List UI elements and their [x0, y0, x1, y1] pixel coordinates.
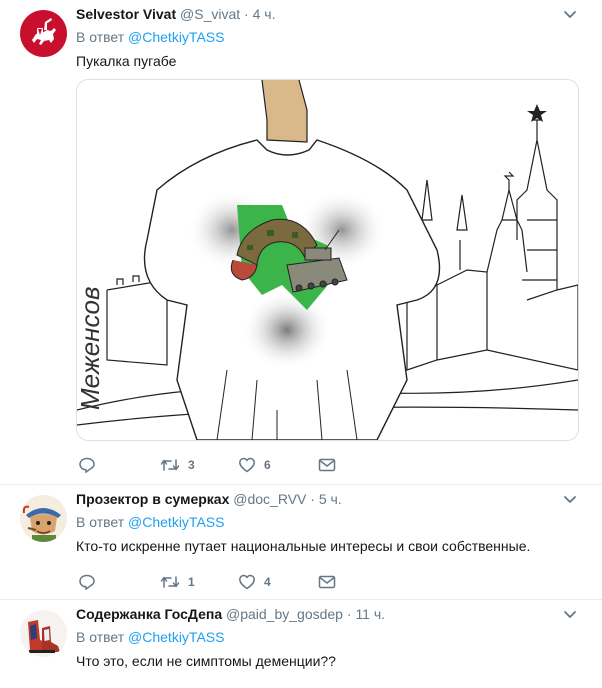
like-button[interactable]: 4 [238, 573, 271, 591]
tweet-text: Кто-то искренне путает национальные инте… [76, 538, 531, 554]
chevron-down-icon[interactable] [562, 606, 578, 622]
reply-icon [79, 574, 95, 590]
like-button[interactable]: 6 [238, 456, 271, 474]
tweet-header: Прозектор в сумерках @doc_RVV · 5 ч. [76, 489, 342, 509]
retweet-count: 1 [188, 575, 195, 589]
retweet-icon [160, 576, 180, 588]
artist-signature: Меженсов [77, 286, 105, 410]
display-name[interactable]: Содержанка ГосДепа [76, 606, 222, 622]
display-name[interactable]: Selvestor Vivat [76, 6, 176, 22]
separator: · [346, 606, 352, 622]
like-icon [239, 574, 255, 590]
timestamp[interactable]: 4 ч. [253, 6, 276, 22]
display-name[interactable]: Прозектор в сумерках [76, 491, 229, 507]
direct-message-button[interactable] [318, 573, 336, 591]
reply-button[interactable] [78, 573, 96, 591]
reply-context: В ответ @ChetkiyTASS [76, 512, 224, 532]
retweet-button[interactable]: 1 [160, 573, 195, 591]
like-icon [239, 457, 255, 473]
cartoon-character-avatar [20, 495, 67, 542]
reply-prefix: В ответ [76, 29, 125, 45]
username[interactable]: @S_vivat [180, 6, 240, 22]
separator: · [244, 6, 249, 22]
reply-button[interactable] [78, 456, 96, 474]
avatar[interactable] [20, 495, 67, 542]
tweet-1[interactable]: Selvestor Vivat @S_vivat · 4 ч. В ответ … [0, 0, 602, 485]
shoes-avatar [20, 610, 67, 657]
reply-icon [79, 457, 95, 473]
tweet-text: Что это, если не симптомы деменции?? [76, 653, 336, 669]
mention-link[interactable]: @ChetkiyTASS [128, 514, 224, 530]
message-icon [318, 575, 336, 589]
mention-link[interactable]: @ChetkiyTASS [128, 29, 224, 45]
tweet-3[interactable]: Содержанка ГосДепа @paid_by_gosdep · 11 … [0, 600, 602, 688]
like-count: 6 [264, 458, 271, 472]
retweet-icon [160, 459, 180, 471]
chevron-down-icon[interactable] [562, 491, 578, 507]
reply-prefix: В ответ [76, 629, 125, 645]
tweet-header: Содержанка ГосДепа @paid_by_gosdep · 11 … [76, 604, 385, 624]
chevron-down-icon[interactable] [562, 6, 578, 22]
like-count: 4 [264, 575, 271, 589]
avatar[interactable] [20, 10, 67, 57]
tweet-text: Пукалка пугабе [76, 53, 177, 69]
avatar[interactable] [20, 610, 67, 657]
tweet-header: Selvestor Vivat @S_vivat · 4 ч. [76, 4, 275, 24]
username[interactable]: @doc_RVV [233, 491, 306, 507]
tweet-media-image[interactable]: Меженсов [76, 79, 579, 441]
mention-link[interactable]: @ChetkiyTASS [128, 629, 224, 645]
retweet-count: 3 [188, 458, 195, 472]
pahonia-emblem-avatar [20, 10, 67, 57]
direct-message-button[interactable] [318, 456, 336, 474]
retweet-button[interactable]: 3 [160, 456, 195, 474]
username[interactable]: @paid_by_gosdep [226, 606, 343, 622]
reply-prefix: В ответ [76, 514, 125, 530]
reply-context: В ответ @ChetkiyTASS [76, 27, 224, 47]
separator: · [310, 491, 315, 507]
tweet-2[interactable]: Прозектор в сумерках @doc_RVV · 5 ч. В о… [0, 485, 602, 600]
message-icon [318, 458, 336, 472]
reply-context: В ответ @ChetkiyTASS [76, 627, 224, 647]
timestamp[interactable]: 5 ч. [319, 491, 342, 507]
cartoon-image: Меженсов [77, 80, 578, 440]
timestamp[interactable]: 11 ч. [355, 606, 385, 622]
